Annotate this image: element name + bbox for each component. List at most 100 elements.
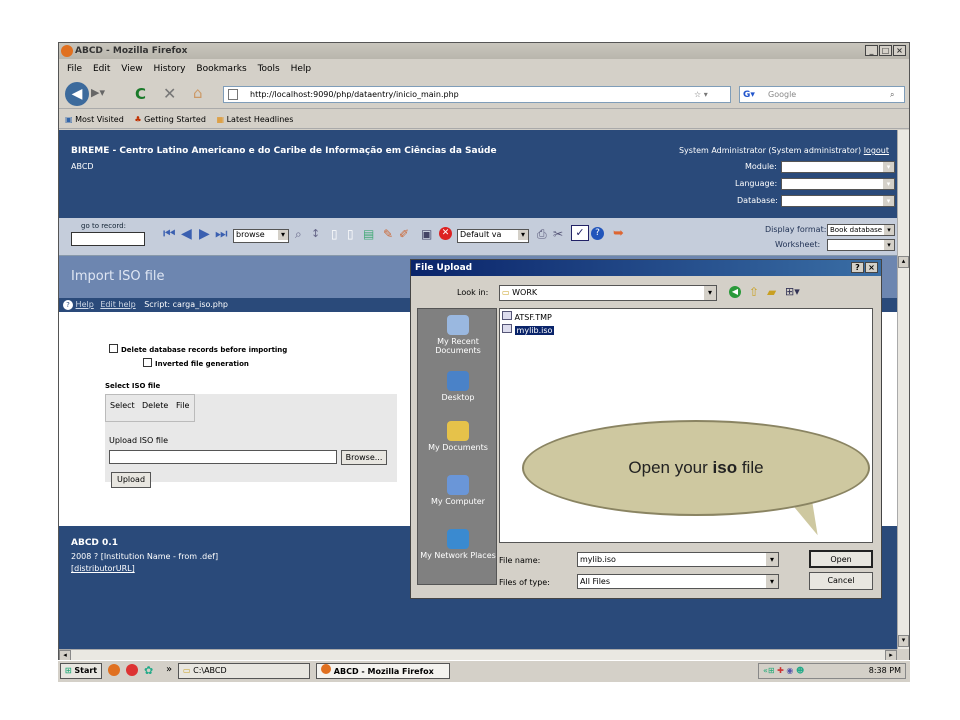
first-record-icon[interactable]: ⏮ [163,226,176,242]
new-folder-icon[interactable]: ▰ [767,285,776,299]
edit-icon[interactable]: ✎ [383,227,393,241]
quicklaunch-firefox-icon[interactable] [108,664,120,676]
window-title: ABCD - Mozilla Firefox [75,46,188,56]
module-select[interactable]: Cataloguing ▾ [781,161,895,173]
bookmark-latest-headlines[interactable]: ▦ Latest Headlines [216,115,293,124]
magnifier-icon[interactable]: ⌕ [890,87,894,102]
help-icon[interactable]: ? [591,227,604,240]
file-item[interactable]: ATSF.TMP [502,311,552,322]
go-back-icon[interactable]: ◀ [729,286,741,298]
goto-record-input[interactable] [71,232,145,246]
upload-file-input[interactable] [109,450,337,464]
next-record-icon[interactable]: ▶ [199,226,210,242]
quicklaunch-browser-icon[interactable] [126,664,138,676]
dialog-close-button[interactable]: × [865,262,878,273]
edit-help-link[interactable]: Edit help [100,300,135,309]
file-type-select[interactable]: All Files ▾ [577,574,779,589]
view-menu-icon[interactable]: ⊞▾ [785,285,800,298]
worksheet-select[interactable]: ▾ [827,239,895,251]
url-field[interactable]: http://localhost:9090/php/dataentry/inic… [223,86,731,103]
print-icon[interactable]: ⎙ [537,227,547,242]
tray-shield-icon[interactable]: ✚ [777,666,784,675]
tray-messenger-icon[interactable]: ☻ [796,666,804,675]
bookmark-most-visited[interactable]: ▣ Most Visited [65,115,124,124]
help-link[interactable]: Help [76,300,94,309]
delete-records-checkbox[interactable] [109,344,118,353]
minimize-button[interactable]: _ [865,45,878,56]
file-type-label: Files of type: [499,578,550,587]
menu-edit[interactable]: Edit [93,64,110,74]
database-icon[interactable]: ▤ [363,227,374,241]
search-field[interactable]: G▾ Google ⌕ [739,86,905,103]
place-network[interactable]: My Network Places [418,529,498,560]
back-icon[interactable]: ◀ [65,82,89,106]
forward-icon[interactable]: ▶▾ [91,86,109,102]
menu-help[interactable]: Help [291,64,312,74]
save-icon[interactable]: ▣ [421,227,432,241]
start-button[interactable]: ⊞ Start [60,663,102,679]
chevron-down-icon: ▾ [518,230,528,240]
taskbar-firefox[interactable]: ABCD - Mozilla Firefox [316,663,450,679]
taskbar-folder[interactable]: ▭ C:\ABCD [178,663,310,679]
title-bar: ABCD - Mozilla Firefox _ □ × [59,43,909,59]
validate-icon[interactable]: ✓ [571,225,589,241]
last-record-icon[interactable]: ⏭ [215,226,228,242]
place-my-documents[interactable]: My Documents [418,421,498,452]
quicklaunch-messenger-icon[interactable]: ✿ [144,664,153,677]
look-in-select[interactable]: ▭ WORK ▾ [499,285,717,301]
place-recent[interactable]: My Recent Documents [418,315,498,355]
dialog-help-button[interactable]: ? [851,262,864,273]
new-record-icon[interactable]: ✐ [399,227,409,241]
bookmark-getting-started[interactable]: ♣ Getting Started [134,115,206,124]
logout-link[interactable]: logout [864,146,889,155]
display-format-select[interactable]: Book database ▾ [827,224,895,236]
chevron-down-icon: ▾ [766,553,778,566]
up-folder-icon[interactable]: ⇧ [749,285,759,299]
maximize-button[interactable]: □ [879,45,892,56]
language-select[interactable]: english ▾ [781,178,895,190]
browse-select[interactable]: browse ▾ [233,229,289,243]
format-select[interactable]: Default va ▾ [457,229,529,243]
scroll-down-icon[interactable]: ▾ [898,635,909,647]
navigation-toolbar: ◀ ▶▾ C ✕ ⌂ http://localhost:9090/php/dat… [59,79,909,109]
folder-icon: ▭ [183,666,191,675]
open-button[interactable]: Open [809,550,873,568]
file-name-input[interactable]: mylib.iso ▾ [577,552,779,567]
menu-tools[interactable]: Tools [258,64,280,74]
upload-button[interactable]: Upload [111,472,151,488]
my-computer-icon [447,475,469,495]
reload-icon[interactable]: C [135,85,146,103]
exit-icon[interactable]: ➥ [613,226,624,241]
stop-icon[interactable]: ✕ [163,84,176,103]
more-icon[interactable]: » [166,664,172,675]
distributor-link[interactable]: [distributorURL] [71,564,135,573]
database-select[interactable]: Book database ▾ [781,195,895,207]
bookmarks-toolbar: ▣ Most Visited ♣ Getting Started ▦ Lates… [59,110,909,129]
file-item-selected[interactable]: mylib.iso [502,324,555,335]
getting-started-icon: ♣ [134,115,142,124]
home-icon[interactable]: ⌂ [193,84,203,102]
tools-icon[interactable]: ✂ [553,227,563,241]
delete-icon[interactable]: ✕ [439,227,452,240]
place-desktop[interactable]: Desktop [418,371,498,402]
browse-button[interactable]: Browse... [341,450,387,465]
copy-icon[interactable]: ▯ [331,227,338,241]
menu-bookmarks[interactable]: Bookmarks [196,64,246,74]
inverted-checkbox[interactable] [143,358,152,367]
vertical-scrollbar[interactable]: ▴ ▾ [897,130,909,649]
close-button[interactable]: × [893,45,906,56]
sort-icon[interactable]: ↕ [311,227,320,240]
cancel-button[interactable]: Cancel [809,572,873,590]
place-my-computer[interactable]: My Computer [418,475,498,506]
prev-record-icon[interactable]: ◀ [181,226,192,242]
scroll-up-icon[interactable]: ▴ [898,256,909,268]
star-icon[interactable]: ☆ ▾ [694,87,708,102]
menu-view[interactable]: View [121,64,142,74]
file-icon [502,311,512,320]
menu-file[interactable]: File [67,64,82,74]
search-icon[interactable]: ⌕ [295,227,302,242]
paste-icon[interactable]: ▯ [347,227,354,241]
menu-history[interactable]: History [153,64,185,74]
tray-volume-icon[interactable]: ◉ [786,666,793,675]
tray-network-icon[interactable]: «⊞ [763,666,775,675]
